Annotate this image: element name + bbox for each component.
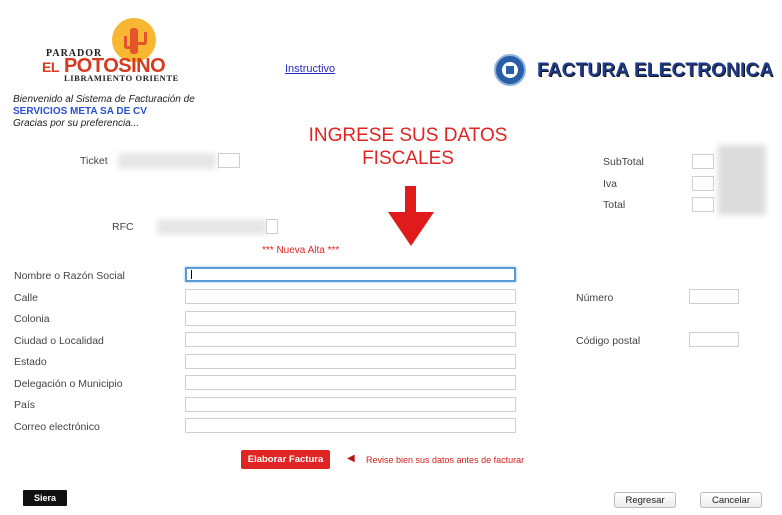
welcome-text: Bienvenido al Sistema de Facturación de … [13, 94, 195, 130]
banner-line2: FISCALES [362, 148, 454, 169]
rfc-label: RFC [112, 221, 134, 233]
logo-sub-text: LIBRAMIENTO ORIENTE [64, 73, 179, 83]
colonia-input[interactable] [185, 311, 516, 326]
subtotal-label: SubTotal [603, 156, 644, 168]
elaborar-factura-button[interactable]: Elaborar Factura [241, 450, 330, 469]
iva-label: Iva [603, 178, 618, 190]
numero-input[interactable] [689, 289, 739, 304]
left-arrow-icon: ◀ [347, 453, 355, 464]
ciudad-input[interactable] [185, 332, 516, 347]
estado-input[interactable] [185, 354, 516, 369]
banner-line1: INGRESE SUS DATOS [308, 125, 508, 146]
ciudad-label: Ciudad o Localidad [14, 335, 104, 347]
numero-label: Número [576, 292, 614, 304]
page-title: FACTURA ELECTRONICA [537, 60, 774, 81]
sat-seal-icon [494, 54, 526, 86]
rfc-input[interactable] [266, 219, 278, 234]
total-field [692, 197, 714, 212]
logo-el-text: EL [42, 59, 59, 75]
welcome-line1: Bienvenido al Sistema de Facturación de [13, 94, 195, 105]
calle-label: Calle [14, 292, 38, 304]
estado-label: Estado [14, 356, 47, 368]
codigo-postal-label: Código postal [576, 335, 641, 347]
pais-input[interactable] [185, 397, 516, 412]
siera-logo: Siera [23, 490, 67, 506]
rfc-value-redacted [157, 219, 267, 235]
down-arrow-head [388, 212, 434, 246]
instructivo-link[interactable]: Instructivo [285, 63, 335, 75]
correo-input[interactable] [185, 418, 516, 433]
cancelar-button[interactable]: Cancelar [700, 492, 762, 508]
company-name: SERVICIOS META SA DE CV [13, 106, 147, 117]
municipio-input[interactable] [185, 375, 516, 390]
nombre-input[interactable] [185, 267, 516, 282]
instruction-banner: INGRESE SUS DATOS FISCALES [292, 124, 524, 170]
pais-label: País [14, 399, 36, 411]
total-label: Total [603, 199, 626, 211]
iva-field [692, 176, 714, 191]
welcome-line3: Gracias por su preferencia... [13, 118, 140, 129]
codigo-postal-input[interactable] [689, 332, 739, 347]
correo-label: Correo electrónico [14, 421, 100, 433]
nueva-alta-text: *** Nueva Alta *** [262, 245, 340, 256]
regresar-button[interactable]: Regresar [614, 492, 676, 508]
colonia-label: Colonia [14, 313, 50, 325]
revise-note: Revise bien sus datos antes de facturar [366, 455, 525, 465]
subtotal-field [692, 154, 714, 169]
ticket-input[interactable] [218, 153, 240, 168]
ticket-label: Ticket [80, 155, 108, 167]
nombre-label: Nombre o Razón Social [14, 270, 125, 282]
cactus-icon [124, 28, 147, 54]
ticket-value-redacted [118, 153, 216, 169]
logo: PARADOR EL POTOSINO LIBRAMIENTO ORIENTE [0, 0, 200, 90]
totals-values-redacted [718, 145, 766, 215]
municipio-label: Delegación o Municipio [14, 378, 123, 390]
calle-input[interactable] [185, 289, 516, 304]
